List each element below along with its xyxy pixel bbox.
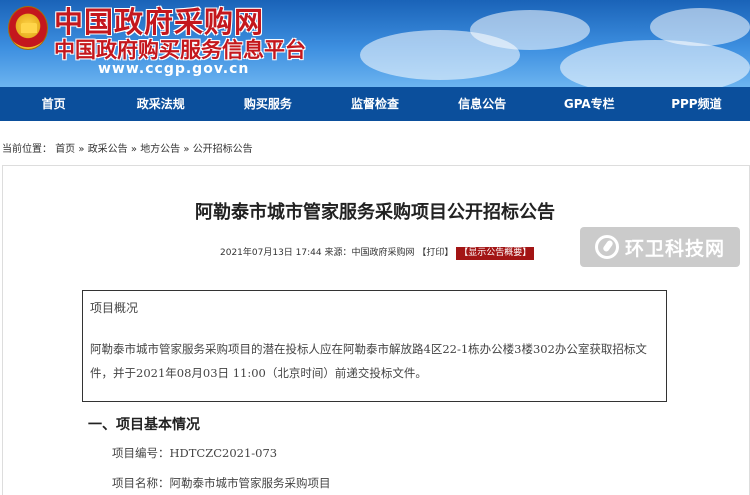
breadcrumb-item-local[interactable]: 地方公告 (140, 144, 180, 155)
source-link[interactable]: 中国政府采购网 (351, 248, 414, 258)
breadcrumb-item-policy[interactable]: 政采公告 (88, 144, 128, 155)
watermark-text: 环卫科技网 (624, 237, 725, 260)
breadcrumb-separator: » (183, 144, 190, 155)
watermark: 环卫科技网 (580, 227, 740, 267)
nav-item-announcements[interactable]: 信息公告 (429, 87, 536, 121)
section-heading: 一、项目基本情况 (88, 417, 200, 433)
nav-item-regulations[interactable]: 政采法规 (107, 87, 214, 121)
summary-box: 项目概况 阿勒泰市城市管家服务采购项目的潜在投标人应在阿勒泰市解放路4区22-1… (82, 290, 667, 402)
site-banner: 中国政府采购网 中国政府购买服务信息平台 www.ccgp.gov.cn (0, 0, 750, 87)
national-emblem-icon (8, 6, 48, 50)
breadcrumb: 当前位置： 首页 » 政采公告 » 地方公告 » 公开招标公告 (2, 140, 253, 155)
watermark-logo-icon (594, 235, 619, 259)
publish-date: 2021年07月13日 17:44 来源： (220, 248, 352, 258)
breadcrumb-separator: » (130, 144, 137, 155)
nav-item-supervision[interactable]: 监督检查 (321, 87, 428, 121)
show-summary-button[interactable]: 【显示公告概要】 (456, 247, 535, 260)
site-url: www.ccgp.gov.cn (98, 61, 250, 77)
main-nav: 首页 政采法规 购买服务 监督检查 信息公告 GPA专栏 PPP频道 (0, 87, 750, 121)
site-logo-subtitle: 中国政府购买服务信息平台 (54, 38, 306, 62)
summary-heading: 项目概况 (90, 301, 139, 315)
nav-item-home[interactable]: 首页 (0, 87, 107, 121)
nav-item-gpa[interactable]: GPA专栏 (536, 87, 643, 121)
nav-item-ppp[interactable]: PPP频道 (643, 87, 750, 121)
page-title: 阿勒泰市城市管家服务采购项目公开招标公告 (195, 202, 555, 223)
nav-item-purchase-services[interactable]: 购买服务 (214, 87, 321, 121)
print-link[interactable]: 【打印】 (417, 248, 453, 258)
site-logo-title[interactable]: 中国政府采购网 (54, 6, 264, 38)
breadcrumb-item-tender[interactable]: 公开招标公告 (193, 144, 253, 155)
summary-text: 阿勒泰市城市管家服务采购项目的潜在投标人应在阿勒泰市解放路4区22-1栋办公楼3… (90, 342, 647, 380)
project-name: 项目名称：阿勒泰市城市管家服务采购项目 (112, 476, 331, 490)
article-meta: 2021年07月13日 17:44 来源：中国政府采购网 【打印】 【显示公告概… (220, 246, 535, 260)
breadcrumb-separator: » (78, 144, 85, 155)
breadcrumb-prefix: 当前位置： (2, 144, 52, 155)
project-number: 项目编号：HDTCZC2021-073 (112, 446, 278, 460)
breadcrumb-item-home[interactable]: 首页 (55, 144, 75, 155)
